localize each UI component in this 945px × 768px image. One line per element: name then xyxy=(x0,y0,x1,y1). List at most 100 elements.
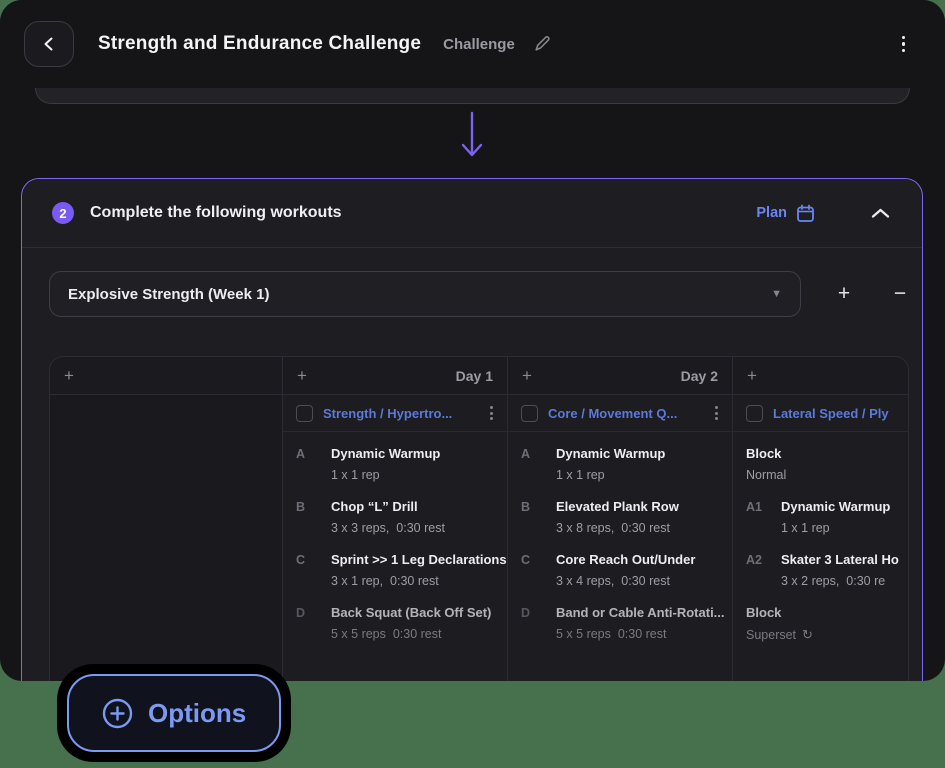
step-number-badge: 2 xyxy=(52,202,74,224)
workout-checkbox[interactable] xyxy=(746,405,763,422)
workout-card: Core / Movement Q... ADynamic Warmup1 x … xyxy=(508,395,733,681)
exercise-name: Skater 3 Lateral Ho xyxy=(781,552,899,567)
more-menu-icon[interactable] xyxy=(898,32,910,57)
exercise-detail: 3 x 4 reps, 0:30 rest xyxy=(556,574,695,588)
exercise-letter: A2 xyxy=(746,552,781,588)
workout-checkbox[interactable] xyxy=(521,405,538,422)
day-label: Day 2 xyxy=(681,368,718,384)
exercise-detail: 3 x 2 reps, 0:30 re xyxy=(781,574,899,588)
exercise-letter: D xyxy=(521,605,556,641)
exercise-letter: A xyxy=(296,446,331,482)
exercise-row[interactable]: BChop “L” Drill 3 x 3 reps, 0:30 rest xyxy=(296,499,501,535)
edit-icon[interactable] xyxy=(533,35,551,53)
page-title: Strength and Endurance Challenge xyxy=(98,33,421,55)
workout-checkbox[interactable] xyxy=(296,405,313,422)
exercise-detail: 5 x 5 reps 0:30 rest xyxy=(331,627,491,641)
app-window: Strength and Endurance Challenge Challen… xyxy=(0,0,945,681)
add-workout-icon[interactable]: + xyxy=(297,366,307,386)
exercise-row[interactable]: A2Skater 3 Lateral Ho 3 x 2 reps, 0:30 re xyxy=(746,552,902,588)
workout-menu-icon[interactable] xyxy=(486,403,497,423)
options-button-label: Options xyxy=(148,698,246,729)
repeat-icon: ↻ xyxy=(802,627,813,642)
exercise-detail: 3 x 8 reps, 0:30 rest xyxy=(556,521,679,535)
back-button[interactable] xyxy=(24,21,74,67)
top-bar: Strength and Endurance Challenge Challen… xyxy=(0,0,945,88)
exercise-detail: 1 x 1 rep xyxy=(331,468,440,482)
options-button-highlight: Options xyxy=(57,664,291,762)
step-title: Complete the following workouts xyxy=(90,204,342,222)
caret-down-icon: ▼ xyxy=(771,288,782,300)
week-select-value: Explosive Strength (Week 1) xyxy=(68,286,771,303)
grid-header-cell: + xyxy=(50,357,283,394)
flow-arrow-down-icon xyxy=(459,110,485,162)
add-workout-icon[interactable]: + xyxy=(64,366,74,386)
plus-circle-icon xyxy=(102,698,133,729)
exercise-letter: B xyxy=(521,499,556,535)
exercise-name: Chop “L” Drill xyxy=(331,499,445,514)
exercise-detail: 5 x 5 reps 0:30 rest xyxy=(556,627,725,641)
exercise-detail: 3 x 1 rep, 0:30 rest xyxy=(331,574,501,588)
exercise-name: Back Squat (Back Off Set) xyxy=(331,605,491,620)
exercise-row[interactable]: A1Dynamic Warmup 1 x 1 rep xyxy=(746,499,902,535)
exercise-row[interactable]: ADynamic Warmup1 x 1 rep xyxy=(521,446,726,482)
exercise-list: ADynamic Warmup 1 x 1 rep BChop “L” Drill 3… xyxy=(283,432,507,641)
grid-header-cell: + Day 1 xyxy=(283,357,508,394)
exercise-letter: C xyxy=(296,552,331,588)
workout-title[interactable]: Core / Movement Q... xyxy=(548,406,701,421)
calendar-icon xyxy=(796,204,815,223)
workout-planner-grid: + + Day 1 + Day 2 + xyxy=(49,356,909,681)
week-toolbar: Explosive Strength (Week 1) ▼ + − xyxy=(22,248,922,317)
exercise-name: Band or Cable Anti-Rotati... xyxy=(556,605,725,620)
exercise-row[interactable]: CCore Reach Out/Under 3 x 4 reps, 0:30 re… xyxy=(521,552,726,588)
grid-body-row: Strength / Hypertro... ADynamic Warmup1 … xyxy=(50,395,908,681)
exercise-list: BlockNormal A1Dynamic Warmup 1 x 1 rep A2Sk… xyxy=(733,432,908,643)
workout-title[interactable]: Strength / Hypertro... xyxy=(323,406,476,421)
add-week-button[interactable]: + xyxy=(831,282,857,306)
exercise-name: Dynamic Warmup xyxy=(331,446,440,461)
workout-menu-icon[interactable] xyxy=(711,403,722,423)
chevron-left-icon xyxy=(42,36,56,52)
block-label: Block xyxy=(746,605,813,620)
collapse-section-button[interactable] xyxy=(871,208,890,219)
block-row[interactable]: Block Superset↻ xyxy=(746,605,902,643)
workout-card-header: Strength / Hypertro... xyxy=(283,395,507,432)
block-mode: Superset↻ xyxy=(746,627,813,643)
exercise-name: Core Reach Out/Under xyxy=(556,552,695,567)
exercise-row[interactable]: ADynamic Warmup 1 x 1 rep xyxy=(296,446,501,482)
plan-label: Plan xyxy=(756,205,787,221)
exercise-row[interactable]: CSprint >> 1 Leg Declarations 3 x 1 rep, … xyxy=(296,552,501,588)
remove-week-button[interactable]: − xyxy=(887,282,913,306)
plan-button[interactable]: Plan xyxy=(756,204,815,223)
exercise-detail: 3 x 3 reps, 0:30 rest xyxy=(331,521,445,535)
exercise-letter: B xyxy=(296,499,331,535)
grid-header-cell: + Day 2 xyxy=(508,357,733,394)
grid-header-row: + + Day 1 + Day 2 + xyxy=(50,357,908,395)
workout-title[interactable]: Lateral Speed / Ply xyxy=(773,406,898,421)
add-workout-icon[interactable]: + xyxy=(522,366,532,386)
step-2-section: 2 Complete the following workouts Plan E… xyxy=(21,178,923,681)
exercise-row[interactable]: BElevated Plank Row3 x 8 reps, 0:30 rest xyxy=(521,499,726,535)
block-row[interactable]: BlockNormal xyxy=(746,446,902,482)
workout-card: Strength / Hypertro... ADynamic Warmup 1 … xyxy=(283,395,508,681)
exercise-row[interactable]: DBack Squat (Back Off Set)5 x 5 reps 0:3… xyxy=(296,605,501,641)
week-select[interactable]: Explosive Strength (Week 1) ▼ xyxy=(49,271,801,317)
exercise-name: Dynamic Warmup xyxy=(556,446,665,461)
exercise-name: Dynamic Warmup xyxy=(781,499,890,514)
add-workout-icon[interactable]: + xyxy=(747,366,757,386)
exercise-letter: A xyxy=(521,446,556,482)
exercise-detail: 1 x 1 rep xyxy=(781,521,890,535)
options-button[interactable]: Options xyxy=(67,674,281,752)
step-header: 2 Complete the following workouts Plan xyxy=(22,179,922,248)
grid-header-cell: + xyxy=(733,357,908,394)
grid-cell-empty xyxy=(50,395,283,681)
exercise-name: Sprint >> 1 Leg Declarations xyxy=(331,552,501,567)
page-type-label: Challenge xyxy=(443,36,515,53)
exercise-row[interactable]: DBand or Cable Anti-Rotati... 5 x 5 reps … xyxy=(521,605,726,641)
exercise-letter: C xyxy=(521,552,556,588)
chevron-up-icon xyxy=(871,208,890,219)
exercise-list: ADynamic Warmup1 x 1 rep BElevated Plank … xyxy=(508,432,732,641)
exercise-letter: A1 xyxy=(746,499,781,535)
block-label: Block xyxy=(746,446,786,461)
day-label: Day 1 xyxy=(456,368,493,384)
workout-card: Lateral Speed / Ply BlockNormal A1Dynamic… xyxy=(733,395,908,681)
